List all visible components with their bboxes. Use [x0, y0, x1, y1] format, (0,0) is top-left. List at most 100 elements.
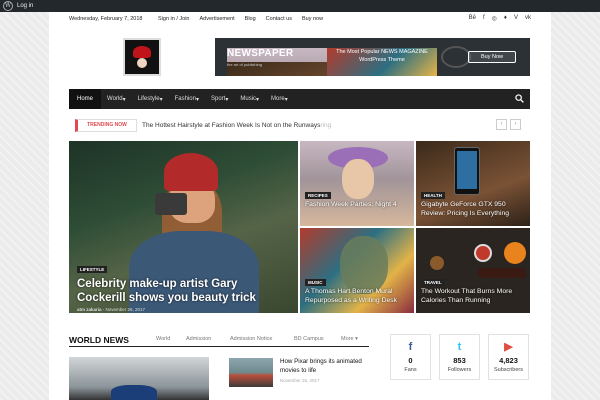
twitter-counter[interactable]: t 853 Followers [439, 334, 480, 380]
tile-title[interactable]: The Workout That Burns More Calories Tha… [421, 288, 527, 305]
chevron-down-icon: ▾ [256, 96, 260, 103]
author-name[interactable]: atm zakaria [77, 307, 102, 312]
facebook-counter[interactable]: f 0 Fans [390, 334, 431, 380]
nav-sport-label: Sport [211, 96, 226, 102]
news-article-title[interactable]: How Pixar brings its animated movies to … [280, 358, 370, 375]
current-date: Wednesday, February 7, 2018 [69, 16, 143, 22]
blog-link[interactable]: Blog [245, 16, 256, 22]
instagram-icon[interactable]: ◎ [492, 15, 497, 22]
header-ad-banner[interactable]: NEWSPAPER the art of publishing The Most… [215, 38, 530, 76]
counter-value: 853 [453, 356, 466, 365]
banner-buy-button[interactable]: Buy Now [468, 51, 516, 63]
news-main-image[interactable] [69, 357, 209, 400]
social-icons: Bē f ◎ ♦ V vk [469, 15, 531, 22]
category-badge[interactable]: RECIPES [305, 192, 331, 199]
admin-bar: W Log in [0, 0, 600, 12]
signin-link[interactable]: Sign in / Join [158, 16, 190, 22]
youtube-icon: ▶ [504, 341, 513, 353]
tile-title[interactable]: Fashion Week Parties: Night 4 [305, 201, 411, 210]
vk-icon[interactable]: vk [525, 15, 531, 22]
tab-more-label: More [341, 336, 354, 342]
photo-hat-shape [164, 153, 218, 191]
chevron-down-icon: ▾ [122, 96, 126, 103]
photo-camera-shape [155, 193, 187, 215]
tab-world[interactable]: World [156, 336, 186, 342]
tab-more[interactable]: More ▾ [341, 336, 358, 342]
photo-spice-shape [430, 256, 444, 270]
chevron-down-icon: ▾ [225, 96, 229, 103]
trending-arrows: ‹ › [496, 119, 521, 130]
twitter-icon[interactable]: ♦ [504, 15, 507, 22]
trending-headline[interactable]: The Hottest Hairstyle at Fashion Week Is… [142, 122, 320, 129]
featured-tile-2[interactable]: HEALTH Gigabyte GeForce GTX 950 Review: … [416, 141, 530, 226]
featured-main-title[interactable]: Celebrity make-up artist Gary Cockerill … [77, 277, 287, 305]
nav-more-label: More [271, 96, 285, 102]
top-bar: Wednesday, February 7, 2018 Sign in / Jo… [49, 12, 551, 26]
contact-link[interactable]: Contact us [266, 16, 292, 22]
nav-lifestyle[interactable]: Lifestyle ▾ [132, 89, 169, 109]
nav-world-label: World [107, 96, 123, 102]
banner-headline: The Most Popular NEWS MAGAZINE WordPress… [327, 48, 437, 76]
category-badge[interactable]: MUSIC [305, 279, 326, 286]
nav-home[interactable]: Home [69, 89, 102, 109]
chevron-down-icon: ▾ [195, 96, 199, 103]
logo-face-shape [137, 58, 147, 68]
buy-now-link[interactable]: Buy now [302, 16, 323, 22]
nav-world[interactable]: World ▾ [101, 89, 132, 109]
tile-title[interactable]: Gigabyte GeForce GTX 950 Review: Pricing… [421, 201, 527, 218]
glasses-graphic [441, 46, 471, 68]
logo-cap-shape [133, 46, 151, 58]
prev-arrow-icon[interactable]: ‹ [496, 119, 507, 130]
nav-music[interactable]: Music ▾ [234, 89, 265, 109]
banner-tagline: the art of publishing [227, 62, 341, 76]
nav-fashion-label: Fashion [174, 96, 196, 102]
featured-tile-3[interactable]: MUSIC A Thomas Hart Benton Mural Repurpo… [300, 228, 414, 313]
chevron-down-icon: ▾ [355, 336, 358, 342]
trending-ghost-text: ring [320, 122, 332, 129]
category-badge[interactable]: LIFESTYLE [77, 266, 108, 273]
behance-icon[interactable]: Bē [469, 15, 476, 22]
youtube-counter[interactable]: ▶ 4,823 Subscribers [488, 334, 529, 380]
vimeo-icon[interactable]: V [514, 15, 518, 22]
nav-fashion[interactable]: Fashion ▾ [169, 89, 205, 109]
top-links: Sign in / Join Advertisement Blog Contac… [158, 16, 323, 22]
featured-tile-4[interactable]: TRAVEL The Workout That Burns More Calor… [416, 228, 530, 313]
news-article-date: November 26, 2017 [280, 378, 320, 383]
photo-orange-shape [504, 242, 526, 264]
tab-bd-campus[interactable]: BD Campus [294, 336, 341, 342]
search-icon[interactable] [515, 94, 524, 103]
photo-motorbike-shape [111, 385, 157, 400]
featured-main-meta: atm zakaria - November 26, 2017 [77, 307, 145, 312]
world-news-header: WORLD NEWS World Admission Admission Not… [69, 331, 369, 347]
wordpress-icon[interactable]: W [3, 1, 13, 11]
facebook-icon: f [408, 341, 413, 353]
featured-main[interactable]: LIFESTYLE Celebrity make-up artist Gary … [69, 141, 298, 313]
tab-admission-notice[interactable]: Admission Notice [230, 336, 294, 342]
counter-label: Fans [404, 367, 417, 373]
category-badge[interactable]: TRAVEL [421, 279, 445, 286]
next-arrow-icon[interactable]: › [510, 119, 521, 130]
news-thumbnail[interactable] [229, 358, 273, 387]
category-badge[interactable]: HEALTH [421, 192, 445, 199]
counter-label: Subscribers [493, 367, 524, 373]
counter-label: Followers [447, 367, 472, 373]
facebook-icon[interactable]: f [483, 15, 485, 22]
trending-label: TRENDING NOW [75, 119, 137, 132]
site-logo[interactable] [123, 38, 161, 76]
page-container: Wednesday, February 7, 2018 Sign in / Jo… [49, 12, 551, 400]
post-date: November 26, 2017 [105, 307, 146, 312]
login-link[interactable]: Log in [17, 3, 33, 9]
tile-title[interactable]: A Thomas Hart Benton Mural Repurposed as… [305, 288, 411, 305]
nav-lifestyle-label: Lifestyle [137, 96, 160, 102]
advertisement-link[interactable]: Advertisement [200, 16, 235, 22]
nav-more[interactable]: More ▾ [265, 89, 294, 109]
tab-admission[interactable]: Admission [186, 336, 230, 342]
photo-face-shape [342, 159, 374, 199]
twitter-icon: t [457, 341, 462, 353]
section-title: WORLD NEWS [69, 335, 129, 345]
nav-sport[interactable]: Sport ▾ [205, 89, 234, 109]
featured-tile-1[interactable]: RECIPES Fashion Week Parties: Night 4 [300, 141, 414, 226]
section-tabs: World Admission Admission Notice BD Camp… [156, 336, 358, 342]
main-nav: Home World ▾ Lifestyle ▾ Fashion ▾ Sport ▾ M… [69, 89, 530, 109]
counter-value: 0 [408, 356, 413, 365]
